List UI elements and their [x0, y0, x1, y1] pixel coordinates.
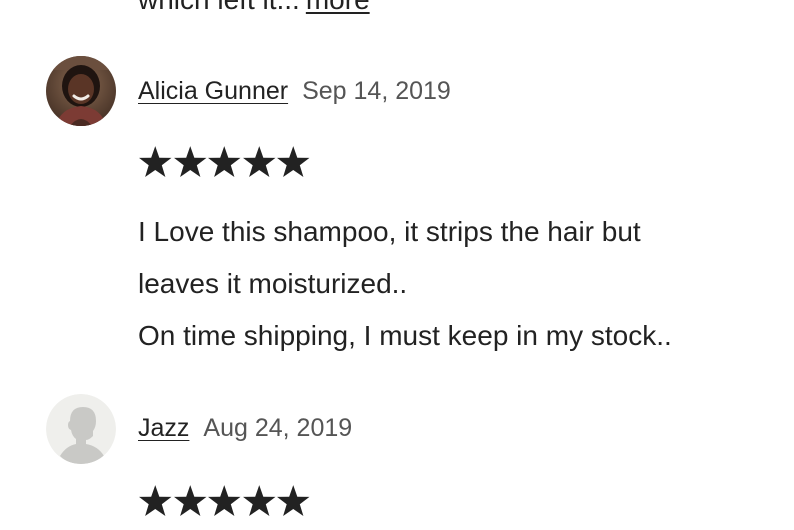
star-icon — [207, 483, 242, 519]
star-icon — [173, 144, 208, 180]
review-body-line: On time shipping, I must keep in my stoc… — [138, 320, 672, 351]
previous-review-snippet: which left it... more — [138, 0, 370, 14]
star-icon — [173, 483, 208, 519]
star-icon — [207, 144, 242, 180]
star-icon — [138, 144, 173, 180]
previous-review-text: which left it... — [138, 0, 300, 15]
reviewer-name[interactable]: Alicia Gunner — [138, 77, 288, 105]
reviewer-avatar[interactable] — [46, 56, 116, 126]
person-silhouette-icon — [46, 394, 116, 464]
user-photo-icon — [46, 56, 116, 126]
review-body-line: leaves it moisturized.. — [138, 268, 408, 299]
review-date: Sep 14, 2019 — [302, 77, 451, 105]
star-icon — [138, 483, 173, 519]
review-date: Aug 24, 2019 — [203, 414, 353, 442]
reviews-list: which left it...more Alici — [0, 0, 794, 530]
star-icon — [242, 144, 277, 180]
star-rating — [138, 483, 311, 519]
more-link[interactable]: more — [306, 0, 370, 15]
reviewer-avatar[interactable] — [46, 394, 116, 464]
review-body-line: I Love this shampoo, it strips the hair … — [138, 216, 641, 247]
star-icon — [276, 483, 311, 519]
star-rating — [138, 144, 311, 180]
review-body: I Love this shampoo, it strips the hair … — [138, 206, 672, 362]
star-icon — [276, 144, 311, 180]
review-meta: Jazz Aug 24, 2019 — [138, 413, 352, 443]
star-icon — [242, 483, 277, 519]
reviewer-name[interactable]: Jazz — [138, 414, 189, 442]
review-meta: Alicia Gunner Sep 14, 2019 — [138, 76, 451, 106]
